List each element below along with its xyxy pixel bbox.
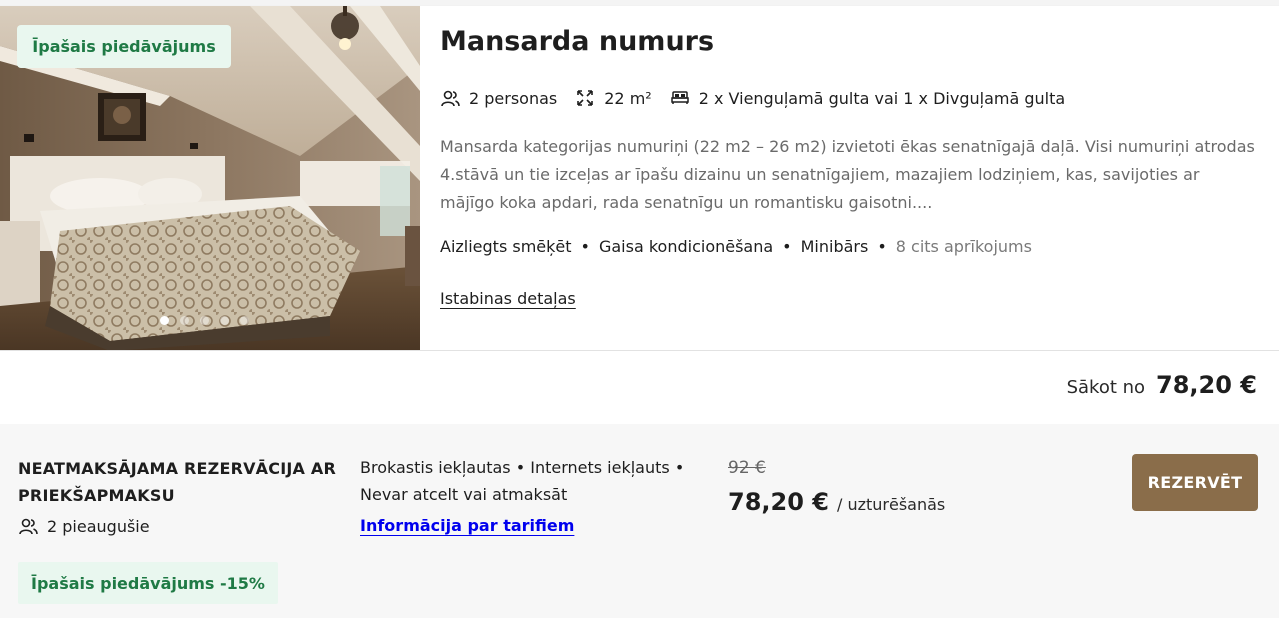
more-amenities: 8 cits aprīkojums [895, 237, 1032, 256]
amenity-item: Gaisa kondicionēšana [598, 237, 774, 256]
room-meta: 2 personas 22 m² 2 x Vienguļamā gulta va… [440, 88, 1083, 108]
carousel-dot[interactable] [200, 316, 209, 325]
amenity-item: Aizliegts smēķēt [440, 237, 572, 256]
persons-info: 2 personas [440, 88, 557, 108]
room-details-link[interactable]: Istabinas detaļas [440, 289, 576, 308]
new-price: 78,20 € [728, 488, 829, 516]
room-card: Īpašais piedāvājums Mansarda numurs 2 pe… [0, 6, 1279, 424]
users-icon [440, 88, 460, 108]
rate-row: NEATMAKSĀJAMA REZERVĀCIJA AR PRIEKŠAPMAK… [0, 424, 1279, 618]
guests-label: 2 pieaugušie [47, 516, 150, 536]
expand-icon [575, 88, 595, 108]
from-price: 78,20 € [1156, 371, 1257, 399]
carousel-dot[interactable] [180, 316, 189, 325]
price-period: / uzturēšanās [836, 495, 946, 514]
size-info: 22 m² [575, 88, 652, 108]
carousel-dots [160, 316, 249, 325]
book-button[interactable]: REZERVĒT [1132, 454, 1258, 511]
bed-icon [670, 88, 690, 108]
carousel-dot[interactable] [240, 316, 249, 325]
discount-badge: Īpašais piedāvājums -15% [18, 562, 278, 604]
rate-inclusions: Brokastis iekļautas • Internets iekļauts… [360, 458, 685, 504]
amenities-list: Aizliegts smēķēt • Gaisa kondicionēšana … [440, 237, 1032, 256]
special-offer-badge: Īpašais piedāvājums [17, 25, 231, 68]
old-price: 92 € [728, 458, 766, 478]
users-icon [18, 516, 38, 536]
room-photo[interactable]: Īpašais piedāvājums [0, 6, 420, 351]
rate-name: NEATMAKSĀJAMA REZERVĀCIJA AR PRIEKŠAPMAK… [18, 459, 336, 505]
bullet-separator: • [782, 237, 792, 256]
bullet-separator: • [580, 237, 590, 256]
amenity-item: Minibārs [800, 237, 869, 256]
starting-price: Sākot no 78,20 € [1067, 371, 1257, 399]
beds-label: 2 x Vienguļamā gulta vai 1 x Divguļamā g… [698, 88, 1066, 108]
tariff-info-link[interactable]: Informācija par tarifiem [360, 516, 574, 535]
room-title: Mansarda numurs [440, 26, 715, 57]
size-label: 22 m² [604, 88, 652, 108]
persons-label: 2 personas [469, 88, 558, 108]
room-description: Mansarda kategorijas numuriņi (22 m2 – 2… [440, 137, 1255, 212]
price-block: 78,20 € / uzturēšanās [728, 488, 945, 516]
bullet-separator: • [877, 237, 887, 256]
carousel-dot[interactable] [160, 316, 169, 325]
beds-info: 2 x Vienguļamā gulta vai 1 x Divguļamā g… [670, 88, 1065, 108]
divider [0, 350, 1279, 351]
from-label: Sākot no [1066, 377, 1146, 398]
guests-info: 2 pieaugušie [18, 516, 150, 536]
carousel-dot[interactable] [220, 316, 229, 325]
